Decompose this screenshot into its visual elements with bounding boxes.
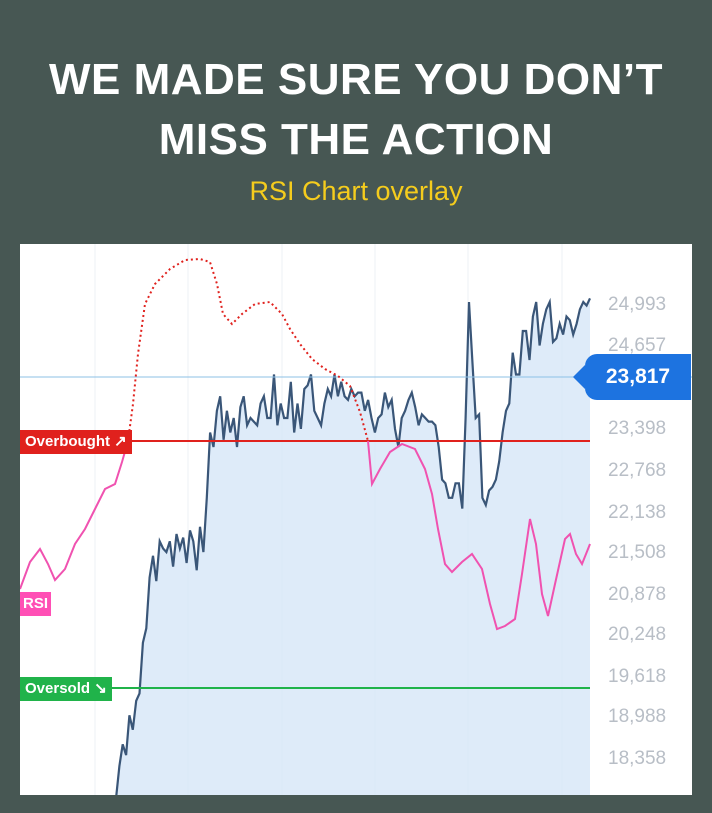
y-tick-label: 24,657 [608, 335, 666, 356]
headline-line-2: MISS THE ACTION [158, 115, 554, 164]
headline-line-1: WE MADE SURE YOU DON’T [48, 55, 663, 104]
overbought-tag: Overbought ↗ [20, 430, 132, 454]
price-chart[interactable]: 24,993 24,657 23,398 22,768 22,138 21,508 20,8… [20, 244, 692, 795]
y-tick-label: 20,878 [608, 584, 666, 605]
y-tick-label: 20,248 [608, 624, 666, 645]
y-tick-label: 22,138 [608, 502, 666, 523]
y-tick-label: 21,508 [608, 542, 666, 563]
oversold-tag: Oversold ↘ [20, 677, 112, 701]
y-tick-label: 22,768 [608, 460, 666, 481]
y-tick-label: 23,398 [608, 418, 666, 439]
y-tick-label: 18,988 [608, 706, 666, 727]
current-price-badge: 23,817 [573, 354, 691, 400]
rsi-chart-card[interactable]: 24,993 24,657 23,398 22,768 22,138 21,508 20,8… [20, 244, 692, 795]
y-tick-label: 18,358 [608, 748, 666, 769]
subheadline: RSI Chart overlay [249, 176, 463, 206]
headline: WE MADE SURE YOU DON’T MISS THE ACTION [0, 50, 712, 170]
y-tick-label: 24,993 [608, 294, 666, 315]
rsi-tag: RSI [20, 592, 52, 616]
y-tick-label: 19,618 [608, 666, 666, 687]
